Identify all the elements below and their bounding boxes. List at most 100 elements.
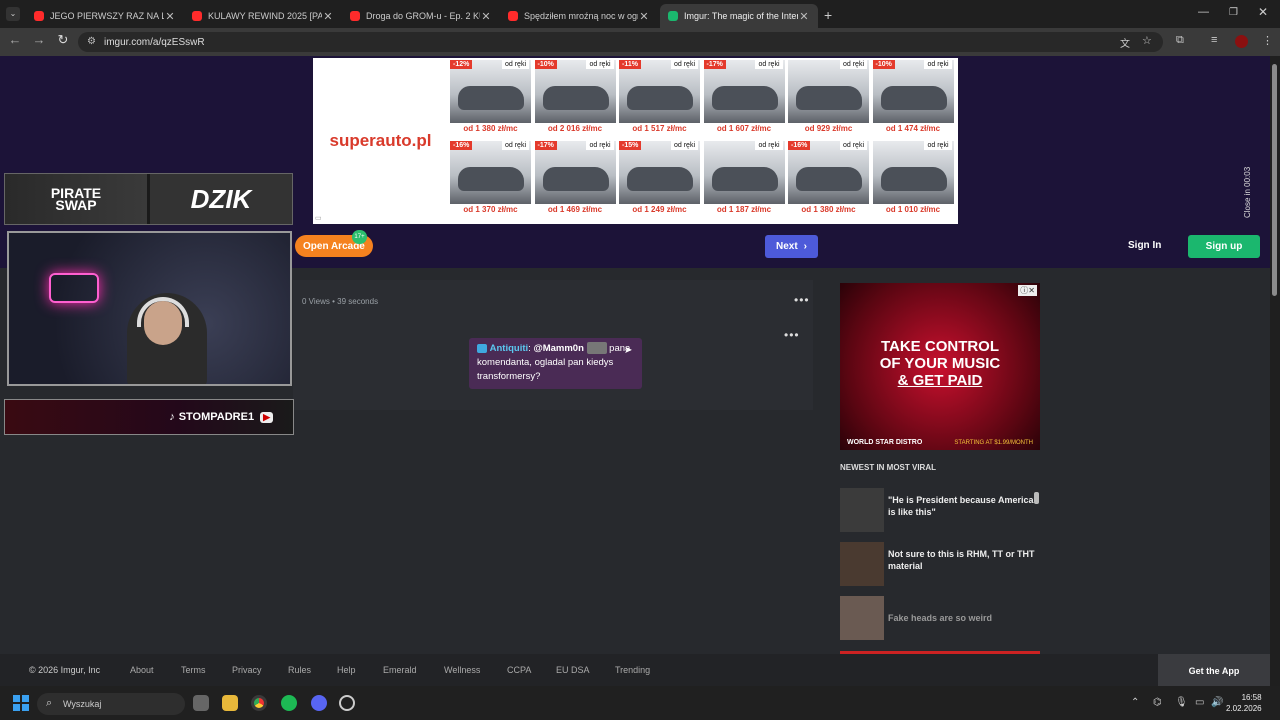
ad-choice-icon[interactable]: ▭ <box>315 214 322 222</box>
footer-link[interactable]: Help <box>337 665 356 675</box>
microphone-icon[interactable]: 🎙 <box>1175 697 1188 708</box>
footer-link[interactable]: Rules <box>288 665 311 675</box>
post-meta: 0 Views • 39 seconds <box>302 297 378 306</box>
car-price: od 1 010 zł/mc <box>885 205 941 214</box>
close-tab-icon[interactable]: ✕ <box>164 10 176 23</box>
close-window-button[interactable]: ✕ <box>1258 5 1268 19</box>
page-scroll-thumb[interactable] <box>1272 64 1277 296</box>
next-button[interactable]: Next › <box>765 235 818 258</box>
car-silhouette <box>796 167 862 191</box>
chrome-icon[interactable] <box>251 695 267 711</box>
search-icon: ⌕ <box>46 697 53 709</box>
post-options-icon[interactable]: ••• <box>794 293 810 307</box>
pirate-swap-logo: PIRATE SWAP <box>5 174 147 224</box>
viral-item[interactable]: "He is President because America is like… <box>840 488 1040 532</box>
ad-car-tile[interactable]: od ręki od 1 607 zł/mc -17% <box>702 58 785 138</box>
ad-info-icon[interactable]: ⓘ✕ <box>1018 285 1037 296</box>
ad-headline-3: & GET PAID <box>897 372 983 389</box>
sign-up-button[interactable]: Sign up <box>1188 235 1260 258</box>
footer-link[interactable]: Wellness <box>444 665 480 675</box>
ad-car-tile[interactable]: od ręki od 1 380 zł/mc -16% <box>786 139 869 219</box>
chat-message-overlay: Antiquiti: @Mamm0n pana komendanta, ogla… <box>469 338 642 389</box>
ad-car-tile[interactable]: od ręki od 1 517 zł/mc -11% <box>617 58 700 138</box>
reload-icon[interactable]: ↻ <box>54 32 72 48</box>
social-handle: STOMPADRE1 <box>178 411 255 423</box>
ad-car-tile[interactable]: od ręki od 1 187 zł/mc <box>702 139 785 219</box>
taskbar-search[interactable]: ⌕ Wyszukaj <box>37 693 185 715</box>
browser-menu-icon[interactable]: ⋮ <box>1262 34 1273 47</box>
tab-search-button[interactable]: ⌄ <box>6 7 20 21</box>
footer-link[interactable]: Terms <box>181 665 206 675</box>
browser-tab[interactable]: Imgur: The magic of the Interne ✕ <box>660 4 818 28</box>
ad-car-tile[interactable]: od ręki od 1 370 zł/mc -16% <box>448 139 531 219</box>
browser-tab[interactable]: KULAWY REWIND 2025 [PART✕ <box>184 4 342 28</box>
footer-link[interactable]: Trending <box>615 665 650 675</box>
forward-icon[interactable]: → <box>30 32 48 47</box>
footer-link[interactable]: Emerald <box>383 665 417 675</box>
settings-gear-icon[interactable] <box>339 695 355 711</box>
browser-tab[interactable]: Droga do GROM-u - Ep. 2 KUR ✕ <box>342 4 500 28</box>
browser-tab[interactable]: JEGO PIERWSZY RAZ NA LODZ✕ <box>26 4 184 28</box>
volume-icon[interactable]: 🔊 <box>1211 697 1223 708</box>
translate-icon[interactable]: 文 <box>1120 35 1130 50</box>
ad-car-tile[interactable]: od ręki od 929 zł/mc <box>786 58 869 138</box>
file-explorer-icon[interactable] <box>222 695 238 711</box>
sign-in-link[interactable]: Sign In <box>1128 240 1161 251</box>
ad-car-tile[interactable]: od ręki od 1 249 zł/mc -15% <box>617 139 700 219</box>
viral-item[interactable]: Not sure to this is RHM, TT or THT mater… <box>840 542 1040 586</box>
ad-car-tile[interactable]: od ręki od 2 016 zł/mc -10% <box>533 58 616 138</box>
bookmark-star-icon[interactable]: ☆ <box>1142 34 1152 47</box>
profile-avatar[interactable] <box>1235 35 1248 48</box>
imgur-page: superauto.pl od ręki od 1 380 zł/mc -12% od… <box>0 56 1270 686</box>
ad-close-timer[interactable]: Close in 00:03 <box>1243 118 1257 218</box>
media-control-icon[interactable]: ≡ <box>1211 34 1217 46</box>
taskbar-clock[interactable]: 16:58 2.02.2026 <box>1226 692 1262 714</box>
back-icon[interactable]: ← <box>6 32 24 47</box>
ad-car-tile[interactable]: od ręki od 1 010 zł/mc <box>871 139 954 219</box>
car-price: od 1 474 zł/mc <box>885 124 941 133</box>
tab-title: JEGO PIERWSZY RAZ NA LODZ <box>50 11 164 21</box>
viral-scroll-handle[interactable] <box>1034 492 1039 504</box>
tray-overflow-icon[interactable]: ⌃ <box>1131 697 1139 708</box>
browser-tab[interactable]: Spędziłem mroźną noc w ogro ✕ <box>500 4 658 28</box>
footer-link[interactable]: CCPA <box>507 665 531 675</box>
view-count: 0 Views <box>302 297 330 306</box>
availability-badge: od ręki <box>586 141 614 150</box>
pirate-swap-text: PIRATE SWAP <box>50 185 102 213</box>
display-icon[interactable]: ▭ <box>1195 697 1204 708</box>
car-silhouette <box>796 86 862 110</box>
ad-car-tile[interactable]: od ręki od 1 469 zł/mc -17% <box>533 139 616 219</box>
clock-date: 2.02.2026 <box>1226 704 1262 713</box>
windows-start-icon[interactable] <box>13 695 29 711</box>
superauto-ad-banner[interactable]: superauto.pl od ręki od 1 380 zł/mc -12% od… <box>313 58 958 224</box>
site-info-icon[interactable]: ⚙ <box>87 36 96 47</box>
ad-brand: WORLD STAR DISTRO <box>847 439 923 446</box>
superauto-logo[interactable]: superauto.pl <box>313 58 448 224</box>
footer-link[interactable]: EU DSA <box>556 665 590 675</box>
music-distro-ad[interactable]: ⓘ✕ TAKE CONTROL OF YOUR MUSIC & GET PAID… <box>840 283 1040 450</box>
footer-link[interactable]: Privacy <box>232 665 262 675</box>
image-options-icon[interactable]: ••• <box>784 328 800 342</box>
close-tab-icon[interactable]: ✕ <box>322 10 334 23</box>
minimize-button[interactable]: — <box>1198 6 1209 18</box>
viral-item[interactable]: Fake heads are so weird <box>840 596 1040 640</box>
restore-button[interactable]: ❐ <box>1229 7 1238 18</box>
extensions-icon[interactable]: ⧉ <box>1176 34 1184 47</box>
ad-car-tile[interactable]: od ręki od 1 380 zł/mc -12% <box>448 58 531 138</box>
new-tab-button[interactable]: + <box>824 7 832 23</box>
get-app-button[interactable]: Get the App <box>1158 654 1270 686</box>
spotify-icon[interactable] <box>281 695 297 711</box>
close-tab-icon[interactable]: ✕ <box>638 10 650 23</box>
tab-title: KULAWY REWIND 2025 [PART <box>208 11 322 21</box>
ad-car-tile[interactable]: od ręki od 1 474 zł/mc -10% <box>871 58 954 138</box>
close-tab-icon[interactable]: ✕ <box>798 10 810 23</box>
discord-icon[interactable] <box>311 695 327 711</box>
close-tab-icon[interactable]: ✕ <box>480 10 492 23</box>
clock-time: 16:58 <box>1241 693 1262 702</box>
footer-link[interactable]: About <box>130 665 154 675</box>
task-view-icon[interactable] <box>193 695 209 711</box>
car-photo <box>619 141 700 204</box>
availability-badge: od ręki <box>586 60 614 69</box>
network-icon[interactable]: ⌬ <box>1153 697 1162 708</box>
url-input[interactable]: ⚙ imgur.com/a/qzESswR <box>78 32 1163 52</box>
